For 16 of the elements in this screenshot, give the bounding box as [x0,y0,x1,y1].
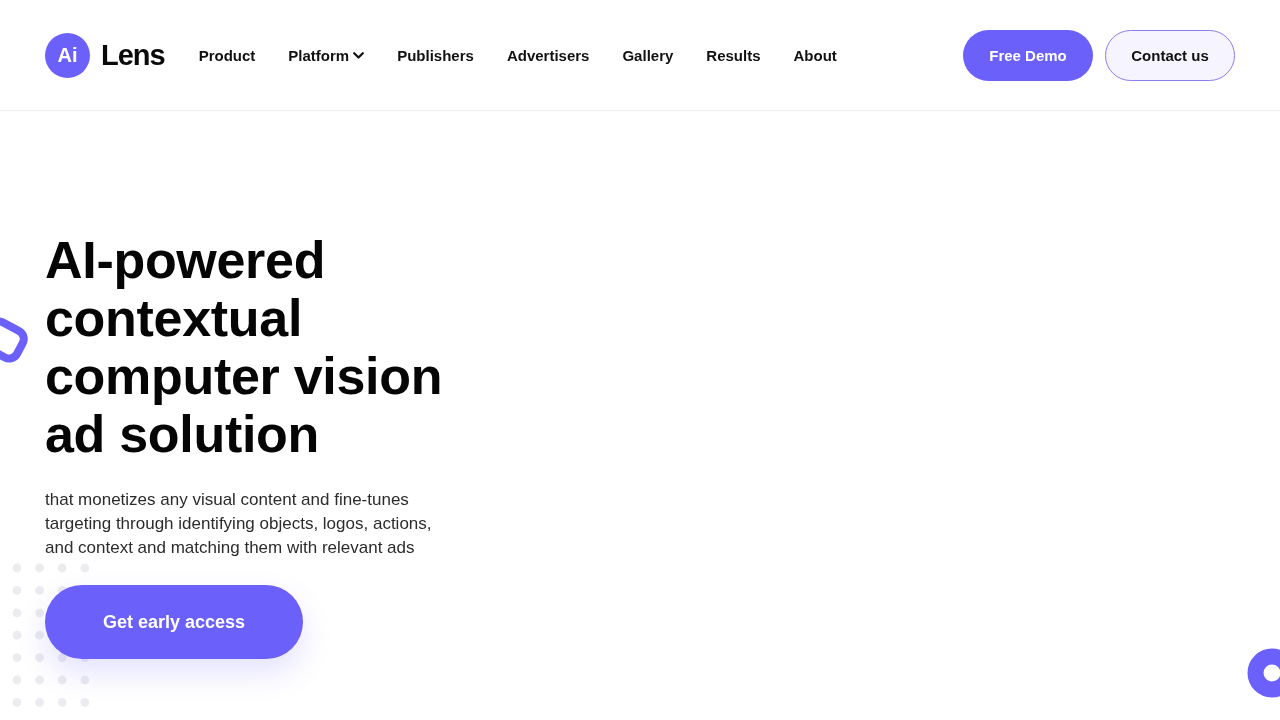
chevron-down-icon [353,51,365,59]
logo-mark[interactable]: Ai [45,32,90,78]
nav-link[interactable]: About [793,46,837,64]
nav-link[interactable]: Gallery [622,46,674,64]
nav-dropdown[interactable]: Platform [288,46,365,64]
contact-button[interactable]: Contact us [1105,29,1235,81]
nav-link[interactable]: Results [706,46,761,64]
hero-title: AI-powered contextual computer vision ad solution [45,231,444,463]
nav-link[interactable]: Publishers [397,46,474,64]
hero-description: that monetizes any visual content and fine-tunes targeting through identifying objects, logos, actions, and context and matching them with relevant ads [45,489,433,559]
early-access-button[interactable]: Get early access [45,585,303,659]
nav-link[interactable]: Product [198,46,256,64]
ring-icon [1247,648,1280,698]
logo-wordmark[interactable]: Lens [101,38,165,72]
nav-link[interactable]: Advertisers [506,46,590,64]
demo-button[interactable]: Free Demo [963,29,1093,81]
